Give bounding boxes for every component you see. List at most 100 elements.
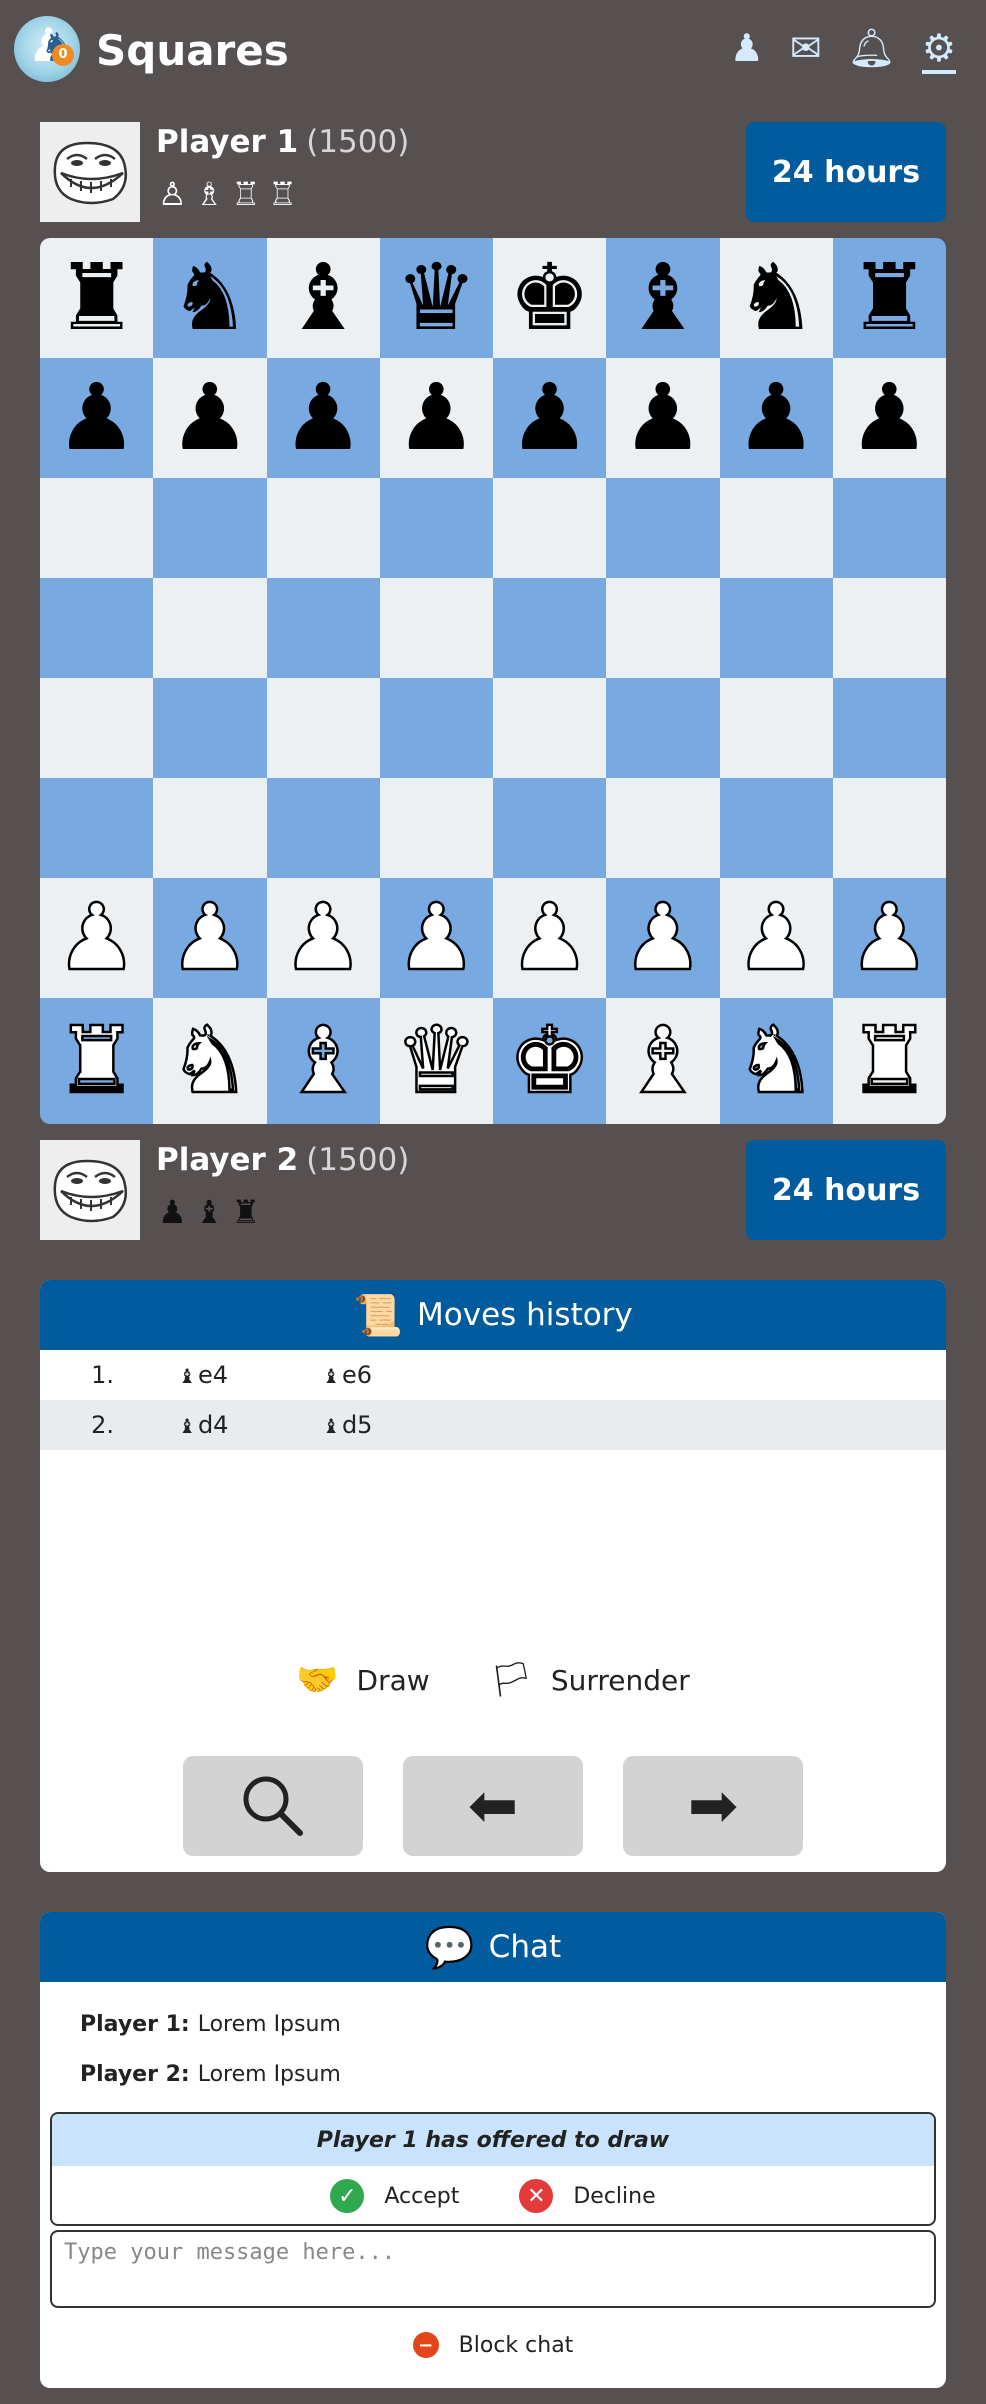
- board-square[interactable]: [832, 578, 946, 678]
- black-bishop-icon[interactable]: ♝: [282, 252, 364, 344]
- board-square[interactable]: [493, 578, 607, 678]
- board-square[interactable]: ♝: [606, 998, 720, 1124]
- settings-icon[interactable]: ⚙: [921, 26, 956, 74]
- board-square[interactable]: [606, 678, 720, 778]
- board-square[interactable]: ♟: [606, 358, 720, 478]
- black-rook-icon[interactable]: ♜: [55, 252, 137, 344]
- pawn-icon[interactable]: ♟: [730, 26, 764, 74]
- black-pawn-icon[interactable]: ♟: [55, 372, 137, 464]
- board-square[interactable]: [40, 778, 154, 878]
- board-square[interactable]: [379, 478, 493, 578]
- block-chat-button[interactable]: − Block chat: [40, 2332, 946, 2358]
- board-square[interactable]: ♜: [40, 998, 154, 1124]
- board-square[interactable]: [606, 478, 720, 578]
- white-pawn-icon[interactable]: ♟: [167, 890, 252, 985]
- board-square[interactable]: [719, 578, 833, 678]
- surrender-button[interactable]: 🏳 Surrender: [490, 1660, 690, 1700]
- bell-icon[interactable]: 🔔︎: [848, 26, 896, 74]
- board-square[interactable]: ♜: [832, 998, 946, 1124]
- black-king-icon[interactable]: ♚: [508, 252, 590, 344]
- board-square[interactable]: [266, 578, 380, 678]
- board-square[interactable]: ♜: [832, 238, 946, 358]
- board-square[interactable]: [153, 478, 267, 578]
- white-rook-icon[interactable]: ♜: [54, 1013, 139, 1108]
- board-square[interactable]: ♞: [153, 238, 267, 358]
- app-logo-icon[interactable]: ♟♞ 0: [14, 16, 80, 82]
- board-square[interactable]: ♟: [153, 358, 267, 478]
- search-button[interactable]: [183, 1756, 363, 1856]
- board-square[interactable]: [40, 578, 154, 678]
- white-pawn-icon[interactable]: ♟: [734, 890, 819, 985]
- board-square[interactable]: ♞: [719, 998, 833, 1124]
- mail-icon[interactable]: ✉: [790, 26, 822, 74]
- draw-button[interactable]: 🤝 Draw: [296, 1660, 429, 1700]
- board-square[interactable]: [606, 578, 720, 678]
- board-square[interactable]: [719, 478, 833, 578]
- board-square[interactable]: ♟: [379, 358, 493, 478]
- board-square[interactable]: [832, 478, 946, 578]
- board-square[interactable]: ♟: [606, 878, 720, 998]
- board-square[interactable]: [719, 678, 833, 778]
- board-square[interactable]: ♝: [266, 238, 380, 358]
- white-pawn-icon[interactable]: ♟: [620, 890, 705, 985]
- board-square[interactable]: [719, 778, 833, 878]
- board-square[interactable]: ♝: [606, 238, 720, 358]
- board-square[interactable]: [153, 778, 267, 878]
- black-pawn-icon[interactable]: ♟: [282, 372, 364, 464]
- board-square[interactable]: ♟: [153, 878, 267, 998]
- black-queen-icon[interactable]: ♛: [395, 252, 477, 344]
- black-knight-icon[interactable]: ♞: [169, 252, 251, 344]
- white-queen-icon[interactable]: ♛: [394, 1013, 479, 1108]
- board-square[interactable]: ♟: [493, 878, 607, 998]
- accept-draw-button[interactable]: ✓ Accept: [330, 2179, 459, 2213]
- white-king-icon[interactable]: ♚: [507, 1013, 592, 1108]
- board-square[interactable]: [379, 678, 493, 778]
- board-square[interactable]: [266, 778, 380, 878]
- next-move-button[interactable]: ➡: [623, 1756, 803, 1856]
- board-square[interactable]: ♞: [719, 238, 833, 358]
- board-square[interactable]: ♛: [379, 238, 493, 358]
- board-square[interactable]: ♜: [40, 238, 154, 358]
- white-rook-icon[interactable]: ♜: [847, 1013, 932, 1108]
- black-pawn-icon[interactable]: ♟: [622, 372, 704, 464]
- board-square[interactable]: [40, 478, 154, 578]
- board-square[interactable]: [493, 778, 607, 878]
- board-square[interactable]: [379, 778, 493, 878]
- board-square[interactable]: [832, 778, 946, 878]
- white-knight-icon[interactable]: ♞: [734, 1013, 819, 1108]
- board-square[interactable]: ♛: [379, 998, 493, 1124]
- board-square[interactable]: [153, 578, 267, 678]
- board-square[interactable]: ♟: [266, 358, 380, 478]
- board-square[interactable]: [40, 678, 154, 778]
- board-square[interactable]: ♟: [379, 878, 493, 998]
- decline-draw-button[interactable]: ✕ Decline: [519, 2179, 656, 2213]
- board-square[interactable]: ♟: [40, 878, 154, 998]
- black-pawn-icon[interactable]: ♟: [395, 372, 477, 464]
- white-bishop-icon[interactable]: ♝: [620, 1013, 705, 1108]
- black-pawn-icon[interactable]: ♟: [169, 372, 251, 464]
- board-square[interactable]: ♝: [266, 998, 380, 1124]
- board-square[interactable]: [606, 778, 720, 878]
- board-square[interactable]: [493, 478, 607, 578]
- board-square[interactable]: ♚: [493, 238, 607, 358]
- board-square[interactable]: [153, 678, 267, 778]
- board-square[interactable]: ♟: [719, 358, 833, 478]
- board-square[interactable]: ♟: [493, 358, 607, 478]
- white-pawn-icon[interactable]: ♟: [54, 890, 139, 985]
- board-square[interactable]: ♟: [40, 358, 154, 478]
- chat-message-input[interactable]: [50, 2230, 936, 2308]
- black-knight-icon[interactable]: ♞: [735, 252, 817, 344]
- black-pawn-icon[interactable]: ♟: [508, 372, 590, 464]
- chess-board[interactable]: ♜ ♞ ♝ ♛ ♚ ♝ ♞ ♜ ♟ ♟ ♟ ♟ ♟ ♟ ♟ ♟ ♟ ♟ ♟ ♟ ♟ ♟ ♟ ♟ ♜ ♞ ♝ ♛ ♚ ♝ ♞ ♜: [40, 238, 946, 1124]
- board-square[interactable]: [266, 478, 380, 578]
- board-square[interactable]: [379, 578, 493, 678]
- white-pawn-icon[interactable]: ♟: [394, 890, 479, 985]
- white-pawn-icon[interactable]: ♟: [847, 890, 932, 985]
- black-pawn-icon[interactable]: ♟: [848, 372, 930, 464]
- white-pawn-icon[interactable]: ♟: [507, 890, 592, 985]
- previous-move-button[interactable]: ⬅: [403, 1756, 583, 1856]
- black-bishop-icon[interactable]: ♝: [622, 252, 704, 344]
- black-pawn-icon[interactable]: ♟: [735, 372, 817, 464]
- white-knight-icon[interactable]: ♞: [167, 1013, 252, 1108]
- black-rook-icon[interactable]: ♜: [848, 252, 930, 344]
